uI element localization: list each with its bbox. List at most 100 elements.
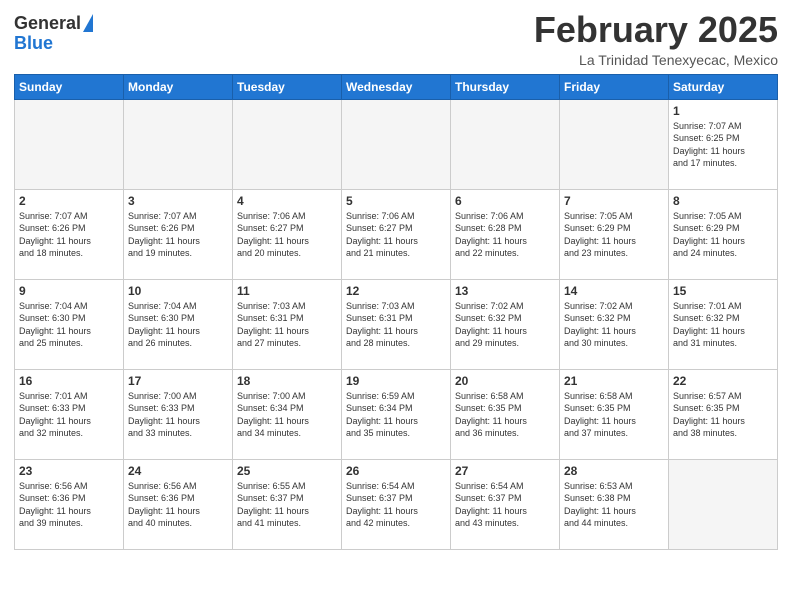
weekday-header-monday: Monday [124,74,233,99]
day-info: Sunrise: 7:04 AM Sunset: 6:30 PM Dayligh… [19,300,119,350]
day-info: Sunrise: 6:55 AM Sunset: 6:37 PM Dayligh… [237,480,337,530]
calendar-cell [669,459,778,549]
calendar-table: SundayMondayTuesdayWednesdayThursdayFrid… [14,74,778,550]
logo: General Blue [14,14,93,54]
day-info: Sunrise: 6:58 AM Sunset: 6:35 PM Dayligh… [564,390,664,440]
day-number: 26 [346,464,446,478]
day-number: 15 [673,284,773,298]
calendar-cell: 1 Sunrise: 7:07 AM Sunset: 6:25 PM Daylig… [669,99,778,189]
calendar-cell: 14 Sunrise: 7:02 AM Sunset: 6:32 PM Dayli… [560,279,669,369]
day-number: 7 [564,194,664,208]
day-info: Sunrise: 7:02 AM Sunset: 6:32 PM Dayligh… [455,300,555,350]
calendar-cell: 23Sunrise: 6:56 AM Sunset: 6:36 PM Dayli… [15,459,124,549]
day-number: 6 [455,194,555,208]
day-number: 12 [346,284,446,298]
calendar-cell: 8 Sunrise: 7:05 AM Sunset: 6:29 PM Daylig… [669,189,778,279]
calendar-cell: 17Sunrise: 7:00 AM Sunset: 6:33 PM Dayli… [124,369,233,459]
day-info: Sunrise: 7:04 AM Sunset: 6:30 PM Dayligh… [128,300,228,350]
day-number: 21 [564,374,664,388]
day-number: 17 [128,374,228,388]
calendar-cell: 16 Sunrise: 7:01 AM Sunset: 6:33 PM Dayli… [15,369,124,459]
calendar-title: February 2025 [534,10,778,50]
day-info: Sunrise: 7:05 AM Sunset: 6:29 PM Dayligh… [673,210,773,260]
day-number: 28 [564,464,664,478]
calendar-page: General Blue February 2025 La Trinidad T… [0,0,792,612]
calendar-cell [342,99,451,189]
calendar-cell: 13 Sunrise: 7:02 AM Sunset: 6:32 PM Dayli… [451,279,560,369]
day-info: Sunrise: 7:03 AM Sunset: 6:31 PM Dayligh… [346,300,446,350]
day-info: Sunrise: 7:05 AM Sunset: 6:29 PM Dayligh… [564,210,664,260]
calendar-cell: 24Sunrise: 6:56 AM Sunset: 6:36 PM Dayli… [124,459,233,549]
calendar-cell: 15 Sunrise: 7:01 AM Sunset: 6:32 PM Dayli… [669,279,778,369]
weekday-header-wednesday: Wednesday [342,74,451,99]
logo-blue: Blue [14,33,53,53]
day-info: Sunrise: 7:07 AM Sunset: 6:26 PM Dayligh… [128,210,228,260]
calendar-cell: 26 Sunrise: 6:54 AM Sunset: 6:37 PM Dayli… [342,459,451,549]
day-info: Sunrise: 7:01 AM Sunset: 6:33 PM Dayligh… [19,390,119,440]
day-info: Sunrise: 6:59 AM Sunset: 6:34 PM Dayligh… [346,390,446,440]
calendar-cell: 11 Sunrise: 7:03 AM Sunset: 6:31 PM Dayli… [233,279,342,369]
calendar-week-row: 23Sunrise: 6:56 AM Sunset: 6:36 PM Dayli… [15,459,778,549]
calendar-cell: 21 Sunrise: 6:58 AM Sunset: 6:35 PM Dayli… [560,369,669,459]
day-number: 13 [455,284,555,298]
calendar-cell: 4Sunrise: 7:06 AM Sunset: 6:27 PM Daylig… [233,189,342,279]
calendar-cell: 3 Sunrise: 7:07 AM Sunset: 6:26 PM Daylig… [124,189,233,279]
day-number: 11 [237,284,337,298]
day-number: 25 [237,464,337,478]
day-number: 5 [346,194,446,208]
day-number: 24 [128,464,228,478]
day-number: 3 [128,194,228,208]
weekday-header-friday: Friday [560,74,669,99]
calendar-cell: 25 Sunrise: 6:55 AM Sunset: 6:37 PM Dayli… [233,459,342,549]
day-number: 14 [564,284,664,298]
logo-text-block: General Blue [14,14,93,54]
day-number: 19 [346,374,446,388]
day-info: Sunrise: 6:54 AM Sunset: 6:37 PM Dayligh… [346,480,446,530]
calendar-cell [15,99,124,189]
logo-general: General [14,14,81,34]
day-number: 18 [237,374,337,388]
day-number: 8 [673,194,773,208]
calendar-location: La Trinidad Tenexyecac, Mexico [534,52,778,68]
day-info: Sunrise: 7:07 AM Sunset: 6:25 PM Dayligh… [673,120,773,170]
calendar-cell: 10 Sunrise: 7:04 AM Sunset: 6:30 PM Dayli… [124,279,233,369]
weekday-header-sunday: Sunday [15,74,124,99]
day-info: Sunrise: 7:01 AM Sunset: 6:32 PM Dayligh… [673,300,773,350]
calendar-cell: 5Sunrise: 7:06 AM Sunset: 6:27 PM Daylig… [342,189,451,279]
calendar-cell: 27Sunrise: 6:54 AM Sunset: 6:37 PM Dayli… [451,459,560,549]
weekday-header-thursday: Thursday [451,74,560,99]
day-info: Sunrise: 7:00 AM Sunset: 6:34 PM Dayligh… [237,390,337,440]
weekday-header-saturday: Saturday [669,74,778,99]
day-number: 10 [128,284,228,298]
header: General Blue February 2025 La Trinidad T… [14,10,778,68]
day-number: 22 [673,374,773,388]
day-number: 9 [19,284,119,298]
calendar-cell: 6 Sunrise: 7:06 AM Sunset: 6:28 PM Daylig… [451,189,560,279]
calendar-cell: 28Sunrise: 6:53 AM Sunset: 6:38 PM Dayli… [560,459,669,549]
day-info: Sunrise: 7:03 AM Sunset: 6:31 PM Dayligh… [237,300,337,350]
day-info: Sunrise: 6:58 AM Sunset: 6:35 PM Dayligh… [455,390,555,440]
day-number: 4 [237,194,337,208]
day-info: Sunrise: 7:02 AM Sunset: 6:32 PM Dayligh… [564,300,664,350]
calendar-week-row: 9 Sunrise: 7:04 AM Sunset: 6:30 PM Daylig… [15,279,778,369]
title-block: February 2025 La Trinidad Tenexyecac, Me… [534,10,778,68]
day-number: 23 [19,464,119,478]
calendar-cell: 18 Sunrise: 7:00 AM Sunset: 6:34 PM Dayli… [233,369,342,459]
day-info: Sunrise: 7:07 AM Sunset: 6:26 PM Dayligh… [19,210,119,260]
calendar-header: SundayMondayTuesdayWednesdayThursdayFrid… [15,74,778,99]
calendar-cell: 7 Sunrise: 7:05 AM Sunset: 6:29 PM Daylig… [560,189,669,279]
day-info: Sunrise: 7:06 AM Sunset: 6:28 PM Dayligh… [455,210,555,260]
calendar-cell: 9 Sunrise: 7:04 AM Sunset: 6:30 PM Daylig… [15,279,124,369]
calendar-week-row: 2Sunrise: 7:07 AM Sunset: 6:26 PM Daylig… [15,189,778,279]
calendar-cell [233,99,342,189]
calendar-cell: 22 Sunrise: 6:57 AM Sunset: 6:35 PM Dayli… [669,369,778,459]
day-info: Sunrise: 6:57 AM Sunset: 6:35 PM Dayligh… [673,390,773,440]
logo-triangle-icon [83,14,93,32]
calendar-week-row: 16 Sunrise: 7:01 AM Sunset: 6:33 PM Dayli… [15,369,778,459]
day-info: Sunrise: 6:54 AM Sunset: 6:37 PM Dayligh… [455,480,555,530]
calendar-cell [451,99,560,189]
day-number: 16 [19,374,119,388]
day-number: 1 [673,104,773,118]
day-number: 20 [455,374,555,388]
weekday-header-tuesday: Tuesday [233,74,342,99]
